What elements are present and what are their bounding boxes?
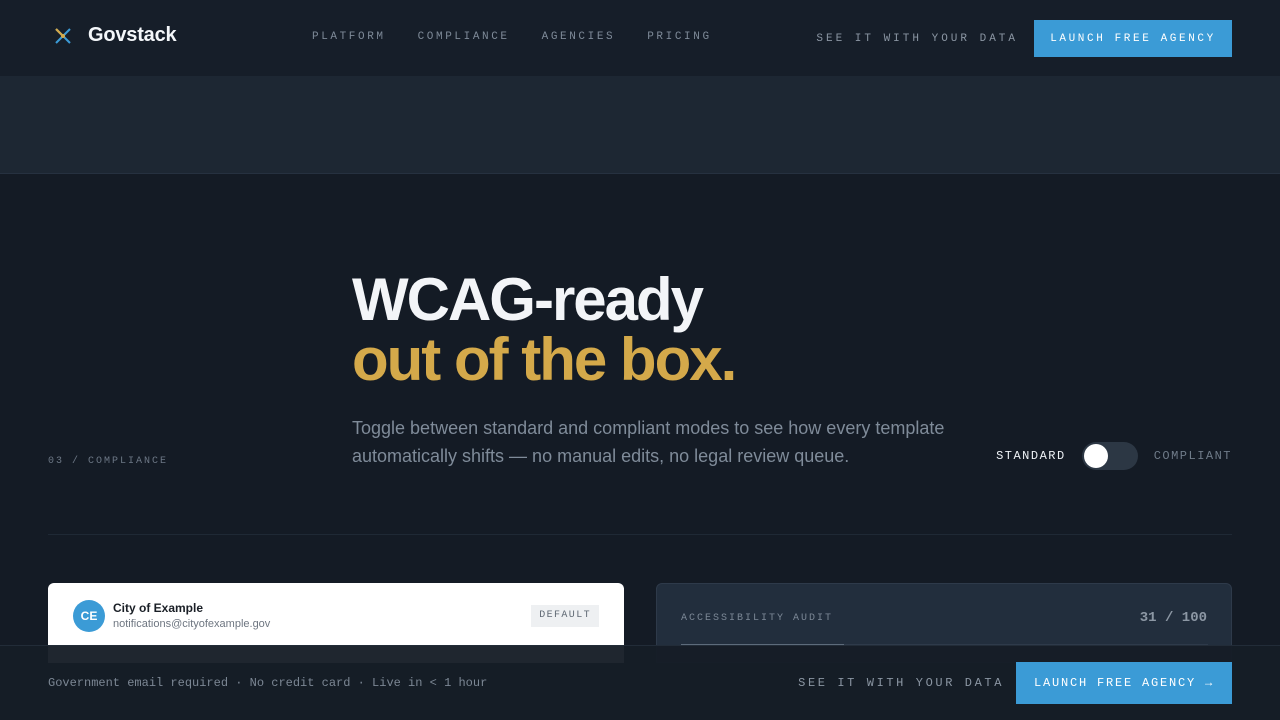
hero-subtitle: Toggle between standard and compliant mo… [352, 418, 945, 466]
brand[interactable]: Govstack [52, 24, 177, 47]
nav-pricing[interactable]: PRICING [647, 31, 711, 43]
header-actions: SEE IT WITH YOUR DATA LAUNCH FREE AGENCY [816, 20, 1232, 57]
footer-launch-agency-button[interactable]: LAUNCH FREE AGENCY → [1016, 662, 1232, 704]
footer-see-with-data-link[interactable]: SEE IT WITH YOUR DATA [798, 676, 1004, 690]
audit-label: ACCESSIBILITY AUDIT [681, 613, 834, 624]
nav-platform[interactable]: PLATFORM [312, 31, 386, 43]
top-header: Govstack PLATFORM COMPLIANCE AGENCIES PR… [0, 0, 1280, 76]
section-label: 03 / COMPLIANCE [48, 456, 169, 467]
mode-toggle-group: STANDARD COMPLIANT [996, 442, 1232, 470]
sticky-cta-bar: Government email required · No credit ca… [0, 645, 1280, 720]
footer-note: Government email required · No credit ca… [48, 676, 488, 690]
nav-agencies[interactable]: AGENCIES [542, 31, 616, 43]
footer-actions: SEE IT WITH YOUR DATA LAUNCH FREE AGENCY… [798, 662, 1232, 704]
section-divider [48, 534, 1232, 535]
toggle-knob [1083, 444, 1108, 468]
toggle-label-standard[interactable]: STANDARD [996, 449, 1066, 463]
toggle-label-compliant[interactable]: COMPLIANT [1154, 449, 1232, 463]
sender-email: notifications@cityofexample.gov [113, 618, 271, 630]
main-nav: PLATFORM COMPLIANCE AGENCIES PRICING [312, 31, 712, 43]
nav-compliance[interactable]: COMPLIANCE [418, 31, 510, 43]
mode-toggle-switch[interactable] [1081, 442, 1138, 470]
audit-score: 31 / 100 [1139, 610, 1207, 626]
spark-cross-icon [55, 27, 71, 44]
sender-name: City of Example [113, 601, 204, 615]
brand-name: Govstack [88, 24, 177, 46]
launch-agency-button[interactable]: LAUNCH FREE AGENCY [1034, 20, 1232, 57]
status-badge: DEFAULT [531, 605, 599, 627]
avatar: CE [73, 600, 105, 632]
announcement-band [0, 76, 1280, 174]
hero-title-line1: WCAG-ready [352, 266, 704, 333]
hero-title-line2: out of the box. [352, 326, 737, 393]
see-with-data-link[interactable]: SEE IT WITH YOUR DATA [816, 33, 1018, 45]
